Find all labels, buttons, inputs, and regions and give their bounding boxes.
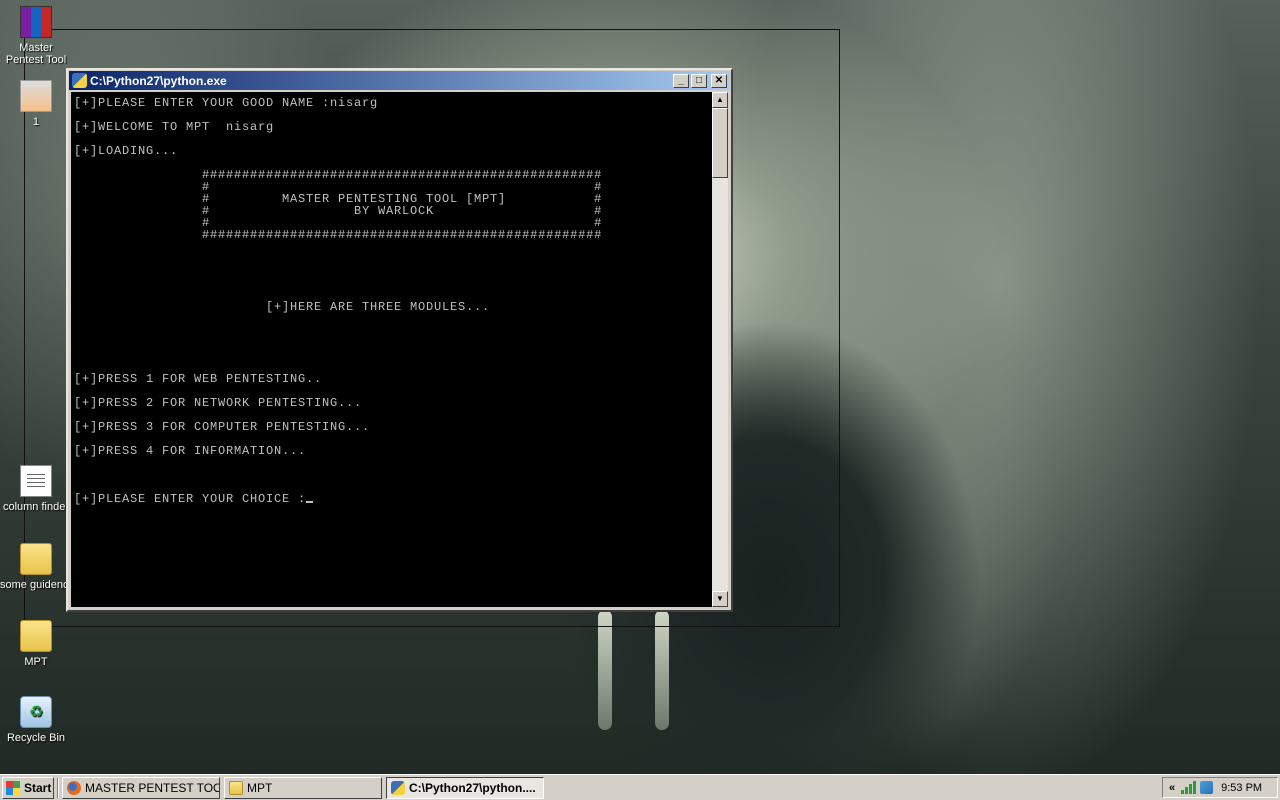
wallpaper-detail <box>598 610 612 730</box>
task-label: MPT <box>247 780 273 795</box>
folder-icon <box>20 543 52 575</box>
task-label: MASTER PENTEST TOOL ... <box>85 780 219 795</box>
network-icon[interactable] <box>1200 781 1214 794</box>
console-line: [+]PRESS 1 FOR WEB PENTESTING.. <box>74 372 323 386</box>
desktop-icon-label: 1 <box>32 116 40 128</box>
signal-strength-icon[interactable] <box>1181 781 1197 794</box>
python-icon <box>72 73 87 88</box>
window-title: C:\Python27\python.exe <box>90 73 227 88</box>
system-tray: « 9:53 PM <box>1162 777 1278 798</box>
wallpaper-detail <box>655 610 669 730</box>
scrollbar-thumb[interactable] <box>712 108 728 178</box>
minimize-button[interactable]: _ <box>673 73 689 88</box>
scroll-up-button[interactable]: ▲ <box>712 92 728 108</box>
console-line: [+]PLEASE ENTER YOUR CHOICE : <box>74 493 712 505</box>
python-console-window[interactable]: C:\Python27\python.exe _ □ ✕ [+]PLEASE E… <box>66 68 733 612</box>
console-line: [+]PRESS 2 FOR NETWORK PENTESTING... <box>74 396 363 410</box>
task-button-mpt[interactable]: MPT <box>224 776 382 799</box>
task-button-master-pentest-tool[interactable]: MASTER PENTEST TOOL ... <box>62 776 220 799</box>
recycle-bin-icon <box>20 696 52 728</box>
taskbar-divider <box>57 777 59 798</box>
clock[interactable]: 9:53 PM <box>1221 782 1262 794</box>
maximize-button[interactable]: □ <box>691 73 707 88</box>
folder-icon <box>229 780 243 795</box>
taskbar: Start MASTER PENTEST TOOL ... MPT C:\Pyt… <box>0 774 1280 800</box>
desktop-icon-column-finder[interactable]: column finder <box>0 465 72 513</box>
firefox-icon <box>67 780 81 795</box>
desktop-icon-label: column finder <box>2 501 70 513</box>
windows-logo-icon <box>6 780 20 795</box>
console-line: [+]WELCOME TO MPT nisarg <box>74 120 275 134</box>
text-document-icon <box>20 465 52 497</box>
console-output[interactable]: [+]PLEASE ENTER YOUR GOOD NAME :nisarg [+… <box>71 92 712 607</box>
winrar-archive-icon <box>20 6 52 38</box>
console-line: ########################################… <box>74 228 603 242</box>
desktop-icon-label: Recycle Bin <box>6 732 66 744</box>
task-label: C:\Python27\python.... <box>409 780 536 795</box>
console-line: [+]PRESS 4 FOR INFORMATION... <box>74 444 307 458</box>
console-line: [+]LOADING... <box>74 144 179 158</box>
folder-icon <box>20 620 52 652</box>
image-file-icon <box>20 80 52 112</box>
python-icon <box>391 780 405 795</box>
console-line: [+]HERE ARE THREE MODULES... <box>74 300 491 314</box>
text-cursor <box>306 501 314 503</box>
desktop-icon-mpt[interactable]: MPT <box>0 620 72 668</box>
desktop-icon-recycle-bin[interactable]: Recycle Bin <box>0 696 72 744</box>
desktop-icon-some-guidence[interactable]: some guidence <box>0 543 72 591</box>
console-text: [+]PLEASE ENTER YOUR GOOD NAME :nisarg [+… <box>71 92 712 505</box>
desktop-icon-label: some guidence <box>0 579 72 591</box>
window-titlebar[interactable]: C:\Python27\python.exe _ □ ✕ <box>69 71 730 90</box>
start-label: Start <box>24 780 52 795</box>
task-button-python-console[interactable]: C:\Python27\python.... <box>386 776 544 799</box>
close-button[interactable]: ✕ <box>711 73 727 88</box>
desktop-icon-label: MPT <box>24 656 48 668</box>
console-line: [+]PLEASE ENTER YOUR GOOD NAME :nisarg <box>74 96 379 110</box>
desktop-icon-label: Master Pentest Tool <box>5 42 67 66</box>
tray-expand-chevron-icon[interactable]: « <box>1169 782 1175 794</box>
console-line: [+]PRESS 3 FOR COMPUTER PENTESTING... <box>74 420 371 434</box>
vertical-scrollbar[interactable]: ▲ ▼ <box>712 92 728 607</box>
desktop-icon-master-pentest-tool[interactable]: Master Pentest Tool <box>0 6 72 66</box>
start-button[interactable]: Start <box>2 776 54 799</box>
scroll-down-button[interactable]: ▼ <box>712 591 728 607</box>
desktop-icon-1[interactable]: 1 <box>0 80 72 128</box>
